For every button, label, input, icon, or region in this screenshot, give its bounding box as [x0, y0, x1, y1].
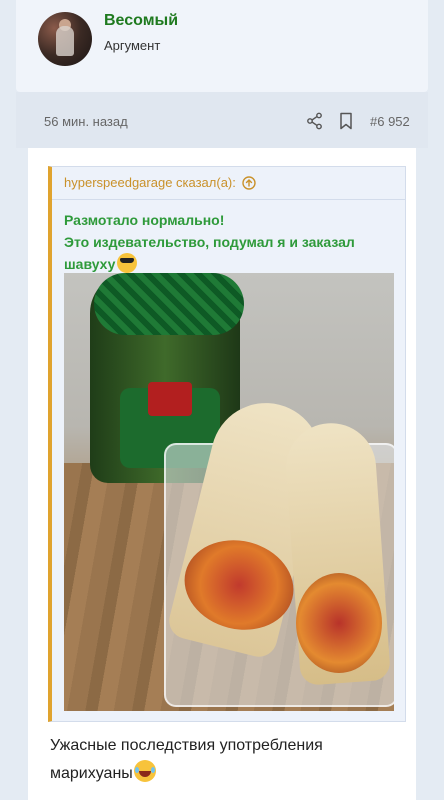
username[interactable]: Весомый	[104, 12, 178, 30]
quote-divider	[52, 199, 405, 200]
quote-block: hyperspeedgarage сказал(а): Размотало но…	[48, 166, 406, 722]
post-text: Ужасные последствия употребления марихуа…	[50, 732, 400, 788]
post-time[interactable]: 56 мин. назад	[44, 114, 128, 129]
quote-line-2: Это издевательство, подумал я и заказал …	[64, 231, 394, 275]
quote-line-2-text: Это издевательство, подумал я и заказал …	[64, 234, 355, 272]
photo-filling-right	[296, 573, 382, 673]
post-meta-bar: 56 мин. назад #6 952	[16, 92, 428, 148]
user-title: Аргумент	[104, 38, 161, 53]
sunglasses-emoji-icon	[117, 253, 138, 273]
arrow-up-circle-icon[interactable]	[242, 175, 256, 190]
avatar[interactable]	[38, 12, 92, 66]
post-text-content: Ужасные последствия употребления марихуа…	[50, 737, 323, 782]
bookmark-icon[interactable]	[338, 112, 354, 130]
post-number[interactable]: #6 952	[370, 114, 410, 129]
avatar-figure	[56, 26, 74, 56]
share-icon[interactable]	[306, 112, 324, 130]
quote-photo[interactable]	[64, 273, 394, 711]
user-header: Весомый Аргумент	[16, 0, 428, 92]
post-content: hyperspeedgarage сказал(а): Размотало но…	[28, 148, 416, 800]
quote-author[interactable]: hyperspeedgarage сказал(а):	[64, 175, 236, 190]
quote-line-1: Размотало нормально!	[64, 212, 225, 228]
quote-text: Размотало нормально! Это издевательство,…	[64, 209, 394, 275]
photo-jar-badge	[148, 382, 192, 416]
laughing-tears-emoji-icon	[133, 760, 156, 782]
quote-header[interactable]: hyperspeedgarage сказал(а):	[64, 175, 256, 190]
photo-jar-lid	[94, 273, 244, 335]
